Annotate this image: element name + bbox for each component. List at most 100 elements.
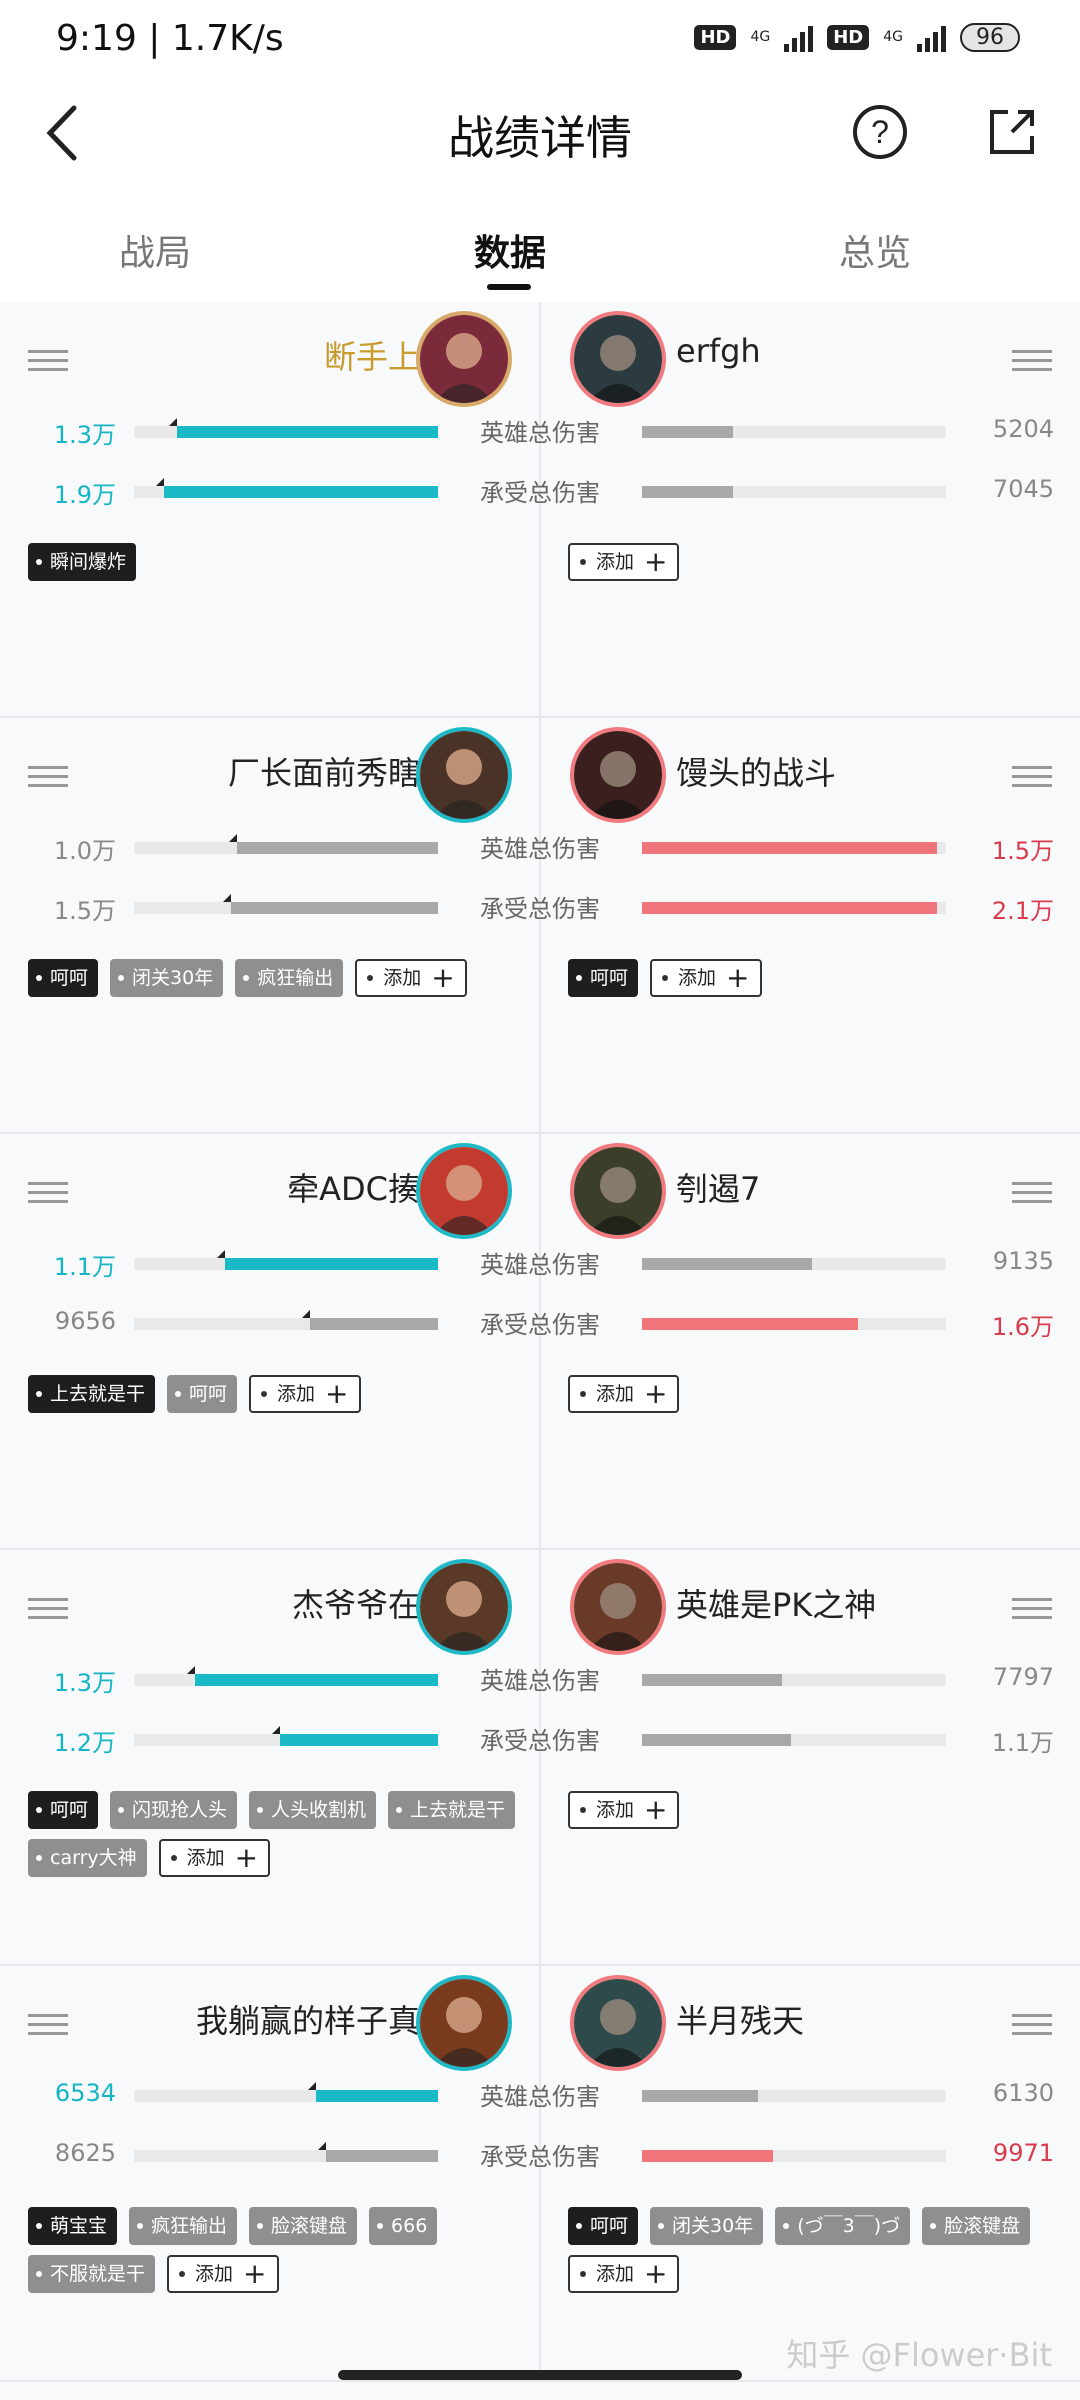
add-tag-button[interactable]: 添加 + [249,1375,361,1413]
stat-bar [642,842,946,854]
player-tag[interactable]: 不服就是干 [28,2255,156,2293]
player-tag[interactable]: 呵呵 [28,959,99,997]
stat-bar-fill [318,2142,438,2162]
player-tag[interactable]: 呵呵 [28,1791,99,1829]
add-tag-button[interactable]: 添加 + [568,1791,680,1829]
drag-handle-icon[interactable] [28,1598,68,1620]
champion-avatar[interactable] [570,1975,666,2071]
stat-bar-fill [187,1666,438,1686]
player-tag[interactable]: 疯狂输出 [129,2207,238,2245]
player-name[interactable]: 英雄是PK之神 [676,1580,876,1626]
stat-bar-fill [642,842,937,854]
champion-avatar[interactable] [416,1559,512,1655]
stat-value: 1.1万 [991,1729,1054,1757]
champion-avatar[interactable] [570,727,666,823]
champion-avatar[interactable] [416,1975,512,2071]
champion-avatar[interactable] [416,727,512,823]
player-tag[interactable]: 上去就是干 [388,1791,516,1829]
damage-dealt-label: 英雄总伤害 [480,1667,600,1695]
hd-badge: HD [694,24,737,50]
drag-handle-icon[interactable] [1012,1182,1052,1204]
tag-list: 添加 + [568,1791,1068,1829]
player-tag[interactable]: 脸滚键盘 [249,2207,358,2245]
player-name[interactable]: 我躺赢的样子真靓 [196,1996,452,2042]
drag-handle-icon[interactable] [1012,766,1052,788]
stat-bar [134,1666,438,1686]
damage-taken-label: 承受总伤害 [480,2143,600,2171]
champion-avatar[interactable] [570,1559,666,1655]
tab-data[interactable]: 数据 [410,224,610,276]
tab-battle[interactable]: 战局 [55,224,255,276]
stat-value: 1.1万 [53,1253,116,1281]
tag-list: 萌宝宝 疯狂输出 脸滚键盘 666 不服就是干 添加 + [28,2207,518,2293]
drag-handle-icon[interactable] [28,2014,68,2036]
drag-handle-icon[interactable] [28,350,68,372]
player-tag[interactable]: 上去就是干 [28,1375,156,1413]
player-tag[interactable]: 瞬间爆炸 [28,543,137,581]
champion-avatar[interactable] [416,1143,512,1239]
stat-bar-fill [156,478,438,498]
row-divider [539,1550,541,1964]
share-button[interactable] [986,106,1038,158]
stat-bar [642,2090,946,2102]
player-tag[interactable]: (づ￣3￣)づ [775,2207,911,2245]
add-tag-button[interactable]: 添加 + [568,1375,680,1413]
row-divider [539,718,541,1132]
player-name[interactable]: 刳遏7 [676,1164,760,1210]
add-tag-button[interactable]: 添加 + [568,543,680,581]
drag-handle-icon[interactable] [28,766,68,788]
add-tag-button[interactable]: 添加 + [167,2255,279,2293]
player-tag[interactable]: 呵呵 [568,959,639,997]
player-name[interactable]: 半月残天 [676,1996,804,2042]
player-tag[interactable]: 闪现抢人头 [110,1791,238,1829]
damage-dealt-label: 英雄总伤害 [480,1251,600,1279]
player-tag[interactable]: 闭关30年 [110,959,224,997]
drag-handle-icon[interactable] [28,1182,68,1204]
stat-bar [134,2142,438,2162]
drag-handle-icon[interactable] [1012,2014,1052,2036]
player-tag[interactable]: 人头收割机 [249,1791,377,1829]
stat-value: 6130 [992,2079,1054,2107]
player-tag[interactable]: carry大神 [28,1839,147,1877]
add-tag-button[interactable]: 添加 + [568,2255,680,2293]
damage-taken-label: 承受总伤害 [480,1727,600,1755]
champion-avatar[interactable] [416,311,512,407]
tag-list: 添加 + [568,1375,1068,1413]
help-button[interactable]: ? [852,104,908,160]
player-tag[interactable]: 666 [369,2207,438,2245]
add-tag-button[interactable]: 添加 + [158,1839,271,1877]
question-circle-icon: ? [853,105,907,159]
player-tag[interactable]: 脸滚键盘 [922,2207,1031,2245]
stat-value: 2.1万 [991,897,1054,925]
add-tag-label: 添加 [596,1799,635,1821]
player-name[interactable]: erfgh [676,332,761,370]
home-indicator[interactable] [338,2370,742,2380]
player-tag[interactable]: 疯狂输出 [235,959,344,997]
add-tag-button[interactable]: 添加 + [355,959,467,997]
stat-bar-fill [217,1250,438,1270]
damage-dealt-label: 英雄总伤害 [480,835,600,863]
stat-value: 1.5万 [991,837,1054,865]
drag-handle-icon[interactable] [1012,350,1052,372]
tab-overview[interactable]: 总览 [775,224,975,276]
stat-bar-fill [308,2082,438,2102]
plus-icon: + [234,1841,259,1874]
drag-handle-icon[interactable] [1012,1598,1052,1620]
player-tag[interactable]: 闭关30年 [650,2207,764,2245]
stat-bar [134,1250,438,1270]
champion-avatar[interactable] [570,311,666,407]
player-name[interactable]: 馒头的战斗 [676,748,836,794]
add-tag-button[interactable]: 添加 + [650,959,762,997]
damage-taken-label: 承受总伤害 [480,895,600,923]
page-title: 战绩详情 [448,111,632,165]
player-tag[interactable]: 萌宝宝 [28,2207,118,2245]
signal-icon [917,22,946,52]
stat-bar [642,486,946,498]
stat-bar-fill [642,1318,858,1330]
champion-avatar[interactable] [570,1143,666,1239]
player-tag[interactable]: 呵呵 [568,2207,639,2245]
svg-text:?: ? [871,114,889,150]
stat-value: 1.9万 [53,481,116,509]
player-tag[interactable]: 呵呵 [167,1375,238,1413]
plus-icon: + [243,2257,267,2290]
